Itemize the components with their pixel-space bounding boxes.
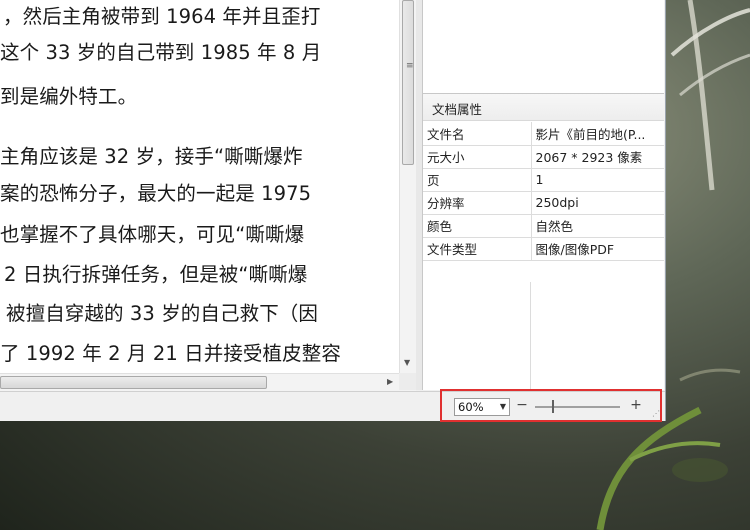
properties-table: 文件名 影片《前目的地(P... 元大小 2067 * 2923 像素 页 1 …: [423, 122, 664, 261]
table-row: 页 1: [423, 168, 664, 192]
document-text-line: 被擅自穿越的 33 岁的自己救下（因: [6, 302, 319, 325]
document-text-line: 2 日执行拆弹任务，但是被“嘶嘶爆: [4, 263, 308, 286]
property-value: 250dpi: [531, 191, 664, 215]
document-text-line: 也掌握不了具体哪天，可见“嘶嘶爆: [0, 223, 305, 246]
table-row: 颜色 自然色: [423, 214, 664, 238]
zoom-controls-highlight: [440, 389, 662, 422]
panel-splitter[interactable]: [416, 0, 423, 390]
document-text-line: 了 1992 年 2 月 21 日并接受植皮整容: [0, 342, 341, 365]
property-key: 文件名: [423, 122, 532, 146]
document-text-line: ，然后主角被带到 1964 年并且歪打: [3, 5, 321, 28]
property-value: 自然色: [531, 214, 664, 238]
table-row: 文件名 影片《前目的地(P...: [423, 122, 664, 146]
preview-area: [423, 0, 664, 94]
vertical-scrollbar[interactable]: ≡ ▼: [399, 0, 417, 373]
horizontal-scrollbar[interactable]: ▶: [0, 373, 416, 391]
property-value: 1: [531, 168, 664, 192]
property-key: 分辨率: [423, 191, 532, 215]
document-text-line: 案的恐怖分子，最大的一起是 1975: [0, 182, 312, 205]
property-value: 影片《前目的地(P...: [531, 122, 664, 146]
table-row: 元大小 2067 * 2923 像素: [423, 145, 664, 169]
document-text-line: 这个 33 岁的自己带到 1985 年 8 月: [0, 41, 322, 64]
property-value: 图像/图像PDF: [531, 237, 664, 261]
scrollbar-corner: [399, 373, 416, 390]
document-text-line: 主角应该是 32 岁，接手“嘶嘶爆炸: [0, 145, 303, 168]
vertical-scroll-thumb[interactable]: ≡: [402, 0, 414, 165]
scroll-grip-icon: ≡: [406, 61, 414, 71]
properties-header: 文档属性: [423, 94, 664, 121]
column-divider: [530, 282, 531, 390]
document-properties-panel: 文档属性 文件名 影片《前目的地(P... 元大小 2067 * 2923 像素…: [423, 94, 664, 390]
horizontal-scroll-thumb[interactable]: [0, 376, 267, 389]
table-row: 分辨率 250dpi: [423, 191, 664, 215]
arrow-right-icon[interactable]: ▶: [387, 377, 393, 386]
document-view[interactable]: ，然后主角被带到 1964 年并且歪打 这个 33 岁的自己带到 1985 年 …: [0, 0, 399, 373]
table-row: 文件类型 图像/图像PDF: [423, 237, 664, 261]
arrow-down-icon[interactable]: ▼: [404, 358, 410, 367]
property-key: 颜色: [423, 214, 532, 238]
property-key: 元大小: [423, 145, 532, 169]
property-key: 页: [423, 168, 532, 192]
viewer-window: ，然后主角被带到 1964 年并且歪打 这个 33 岁的自己带到 1985 年 …: [0, 0, 666, 421]
property-key: 文件类型: [423, 237, 532, 261]
document-text-line: 到是编外特工。: [0, 85, 138, 108]
property-value: 2067 * 2923 像素: [531, 145, 664, 169]
